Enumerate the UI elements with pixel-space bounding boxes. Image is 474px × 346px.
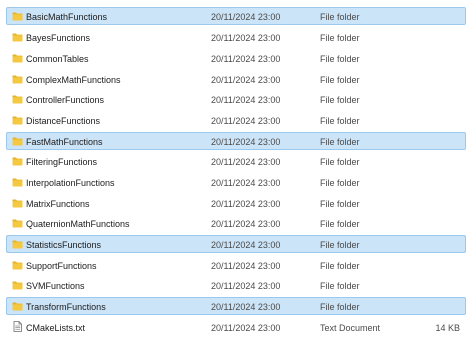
file-type: File folder (320, 95, 360, 105)
file-type: Text Document (320, 323, 381, 333)
file-date-modified: 20/11/2024 23:00 (211, 219, 281, 229)
file-name: MatrixFunctions (26, 199, 90, 209)
file-list: BasicMathFunctions 20/11/2024 23:00 File f… (0, 0, 474, 346)
file-name: SVMFunctions (26, 281, 85, 291)
file-type: File folder (320, 157, 360, 167)
folder-icon (12, 137, 23, 146)
folder-icon (12, 281, 23, 290)
file-type: File folder (320, 281, 360, 291)
file-row[interactable]: BayesFunctions 20/11/2024 23:00 File folde… (6, 28, 466, 46)
file-type: File folder (320, 75, 360, 85)
file-row[interactable]: ComplexMathFunctions 20/11/2024 23:00 File… (6, 70, 466, 88)
file-row[interactable]: FilteringFunctions 20/11/2024 23:00 File f… (6, 152, 466, 170)
file-type: File folder (320, 54, 360, 64)
file-name: ComplexMathFunctions (26, 75, 121, 85)
folder-icon (12, 261, 23, 270)
file-name: SupportFunctions (26, 261, 97, 271)
file-type: File folder (320, 240, 360, 250)
file-date-modified: 20/11/2024 23:00 (211, 95, 281, 105)
folder-icon (12, 157, 23, 166)
file-name: CMakeLists.txt (26, 323, 86, 333)
file-name: StatisticsFunctions (26, 240, 102, 250)
file-type: File folder (320, 116, 360, 126)
file-row[interactable]: QuaternionMathFunctions 20/11/2024 23:00 F… (6, 214, 466, 232)
folder-icon (12, 12, 23, 21)
folder-icon (12, 178, 23, 187)
folder-icon (12, 240, 23, 249)
file-date-modified: 20/11/2024 23:00 (211, 302, 281, 312)
file-date-modified: 20/11/2024 23:00 (211, 261, 281, 271)
file-type: File folder (320, 302, 360, 312)
folder-icon (12, 219, 23, 228)
file-row[interactable]: ControllerFunctions 20/11/2024 23:00 File … (6, 90, 466, 108)
file-date-modified: 20/11/2024 23:00 (211, 33, 281, 43)
file-row[interactable]: DistanceFunctions 20/11/2024 23:00 File fo… (6, 111, 466, 129)
file-row[interactable]: StatisticsFunctions 20/11/2024 23:00 File … (6, 235, 466, 253)
file-row[interactable]: MatrixFunctions 20/11/2024 23:00 File fold… (6, 194, 466, 212)
file-row[interactable]: SVMFunctions 20/11/2024 23:00 File folder (6, 276, 466, 294)
file-date-modified: 20/11/2024 23:00 (211, 199, 281, 209)
folder-icon (12, 302, 23, 311)
file-date-modified: 20/11/2024 23:00 (211, 240, 281, 250)
file-row[interactable]: TransformFunctions 20/11/2024 23:00 File f… (6, 297, 466, 315)
folder-icon (12, 116, 23, 125)
file-row[interactable]: SupportFunctions 20/11/2024 23:00 File fol… (6, 256, 466, 274)
file-type: File folder (320, 199, 360, 209)
text-document-icon (12, 321, 23, 332)
file-type: File folder (320, 33, 360, 43)
file-name: CommonTables (26, 54, 89, 64)
file-row[interactable]: InterpolationFunctions 20/11/2024 23:00 Fi… (6, 173, 466, 191)
folder-icon (12, 33, 23, 42)
file-row[interactable]: FastMathFunctions 20/11/2024 23:00 File fo… (6, 132, 466, 150)
file-type: File folder (320, 12, 360, 22)
file-date-modified: 20/11/2024 23:00 (211, 12, 281, 22)
file-name: DistanceFunctions (26, 116, 101, 126)
file-type: File folder (320, 261, 360, 271)
file-date-modified: 20/11/2024 23:00 (211, 281, 281, 291)
file-row[interactable]: CMakeLists.txt 20/11/2024 23:00 Text Docum… (6, 318, 466, 336)
file-type: File folder (320, 178, 360, 188)
file-date-modified: 20/11/2024 23:00 (211, 75, 281, 85)
file-date-modified: 20/11/2024 23:00 (211, 137, 281, 147)
file-date-modified: 20/11/2024 23:00 (211, 116, 281, 126)
file-name: TransformFunctions (26, 302, 106, 312)
file-date-modified: 20/11/2024 23:00 (211, 157, 281, 167)
folder-icon (12, 95, 23, 104)
file-size: 14 KB (435, 323, 460, 333)
folder-icon (12, 75, 23, 84)
file-date-modified: 20/11/2024 23:00 (211, 323, 281, 333)
file-name: BayesFunctions (26, 33, 91, 43)
file-name: QuaternionMathFunctions (26, 219, 130, 229)
folder-icon (12, 199, 23, 208)
file-date-modified: 20/11/2024 23:00 (211, 178, 281, 188)
file-name: FastMathFunctions (26, 137, 103, 147)
file-date-modified: 20/11/2024 23:00 (211, 54, 281, 64)
file-name: FilteringFunctions (26, 157, 98, 167)
file-name: ControllerFunctions (26, 95, 105, 105)
file-type: File folder (320, 219, 360, 229)
file-name: InterpolationFunctions (26, 178, 115, 188)
file-name: BasicMathFunctions (26, 12, 108, 22)
file-row[interactable]: BasicMathFunctions 20/11/2024 23:00 File f… (6, 7, 466, 25)
file-type: File folder (320, 137, 360, 147)
file-row[interactable]: CommonTables 20/11/2024 23:00 File folder (6, 49, 466, 67)
folder-icon (12, 54, 23, 63)
